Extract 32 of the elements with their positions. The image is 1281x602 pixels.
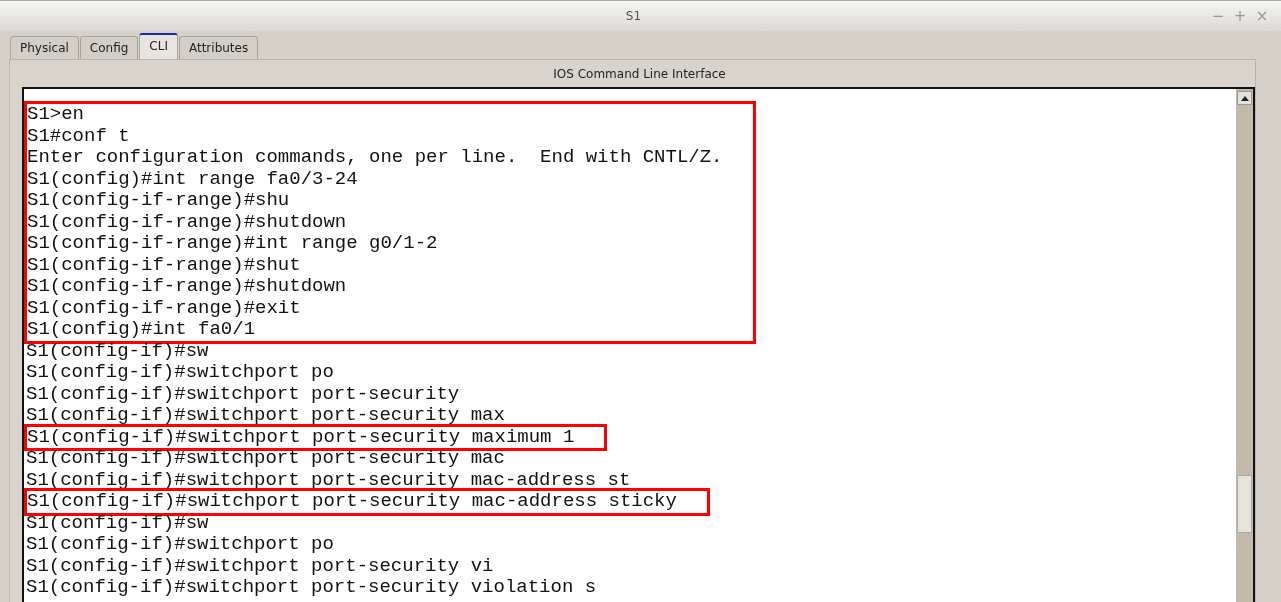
console-line: S1(config-if)#switchport port-security violation s [26,577,598,599]
console-line: S1(config-if)#sw [26,512,210,534]
console-line: S1(config)#int range fa0/3-24 [27,168,359,190]
scroll-thumb[interactable] [1237,475,1252,533]
console-line: S1(config-if-range)#shu [27,190,291,212]
console-line: Enter configuration commands, one per line. End with CNTL/Z. [27,147,723,169]
console-line: S1(config-if-range)#shutdown [27,276,348,298]
console-line: S1(config-if)#switchport port-security vi [26,555,495,577]
console-line: S1(config-if-range)#shut [27,254,302,276]
console-line: S1(config-if)#switchport port-security [26,383,461,405]
scroll-up-icon[interactable] [1237,91,1252,105]
console-line: S1(config-if)#switchport port-security mac-address sticky [27,491,677,513]
console-line: S1(config-if)#switchport port-security max [26,405,506,427]
tab[interactable]: Physical [10,36,79,59]
console-line: S1#conf t [27,125,131,147]
console-line: S1(config-if-range)#exit [27,297,302,319]
console-line: S1>en [27,104,85,126]
console-line: S1(config-if)#sw [26,340,210,362]
tab[interactable]: Attributes [178,36,259,59]
console-line: S1(config)#int fa0/1 [27,319,257,341]
tab[interactable]: CLI [139,33,178,59]
console-line: S1(config-if)#switchport po [26,362,335,384]
console-line: S1(config-if)#switchport port-security mac [26,448,506,470]
console-line: S1(config-if)#switchport po [26,534,335,556]
window-title: S1 [624,8,643,25]
tab[interactable]: Config [79,36,139,59]
scrollbar[interactable] [1236,89,1253,602]
console-line: S1(config-if)#switchport port-security mac-address st [26,469,632,491]
console-line: S1(config-if-range)#int range g0/1-2 [27,233,439,255]
panel-title: IOS Command Line Interface [552,66,727,83]
console-line: S1(config-if)#switchport port-security maximum 1 [27,426,575,448]
console-line: S1(config-if-range)#shutdown [27,211,348,233]
